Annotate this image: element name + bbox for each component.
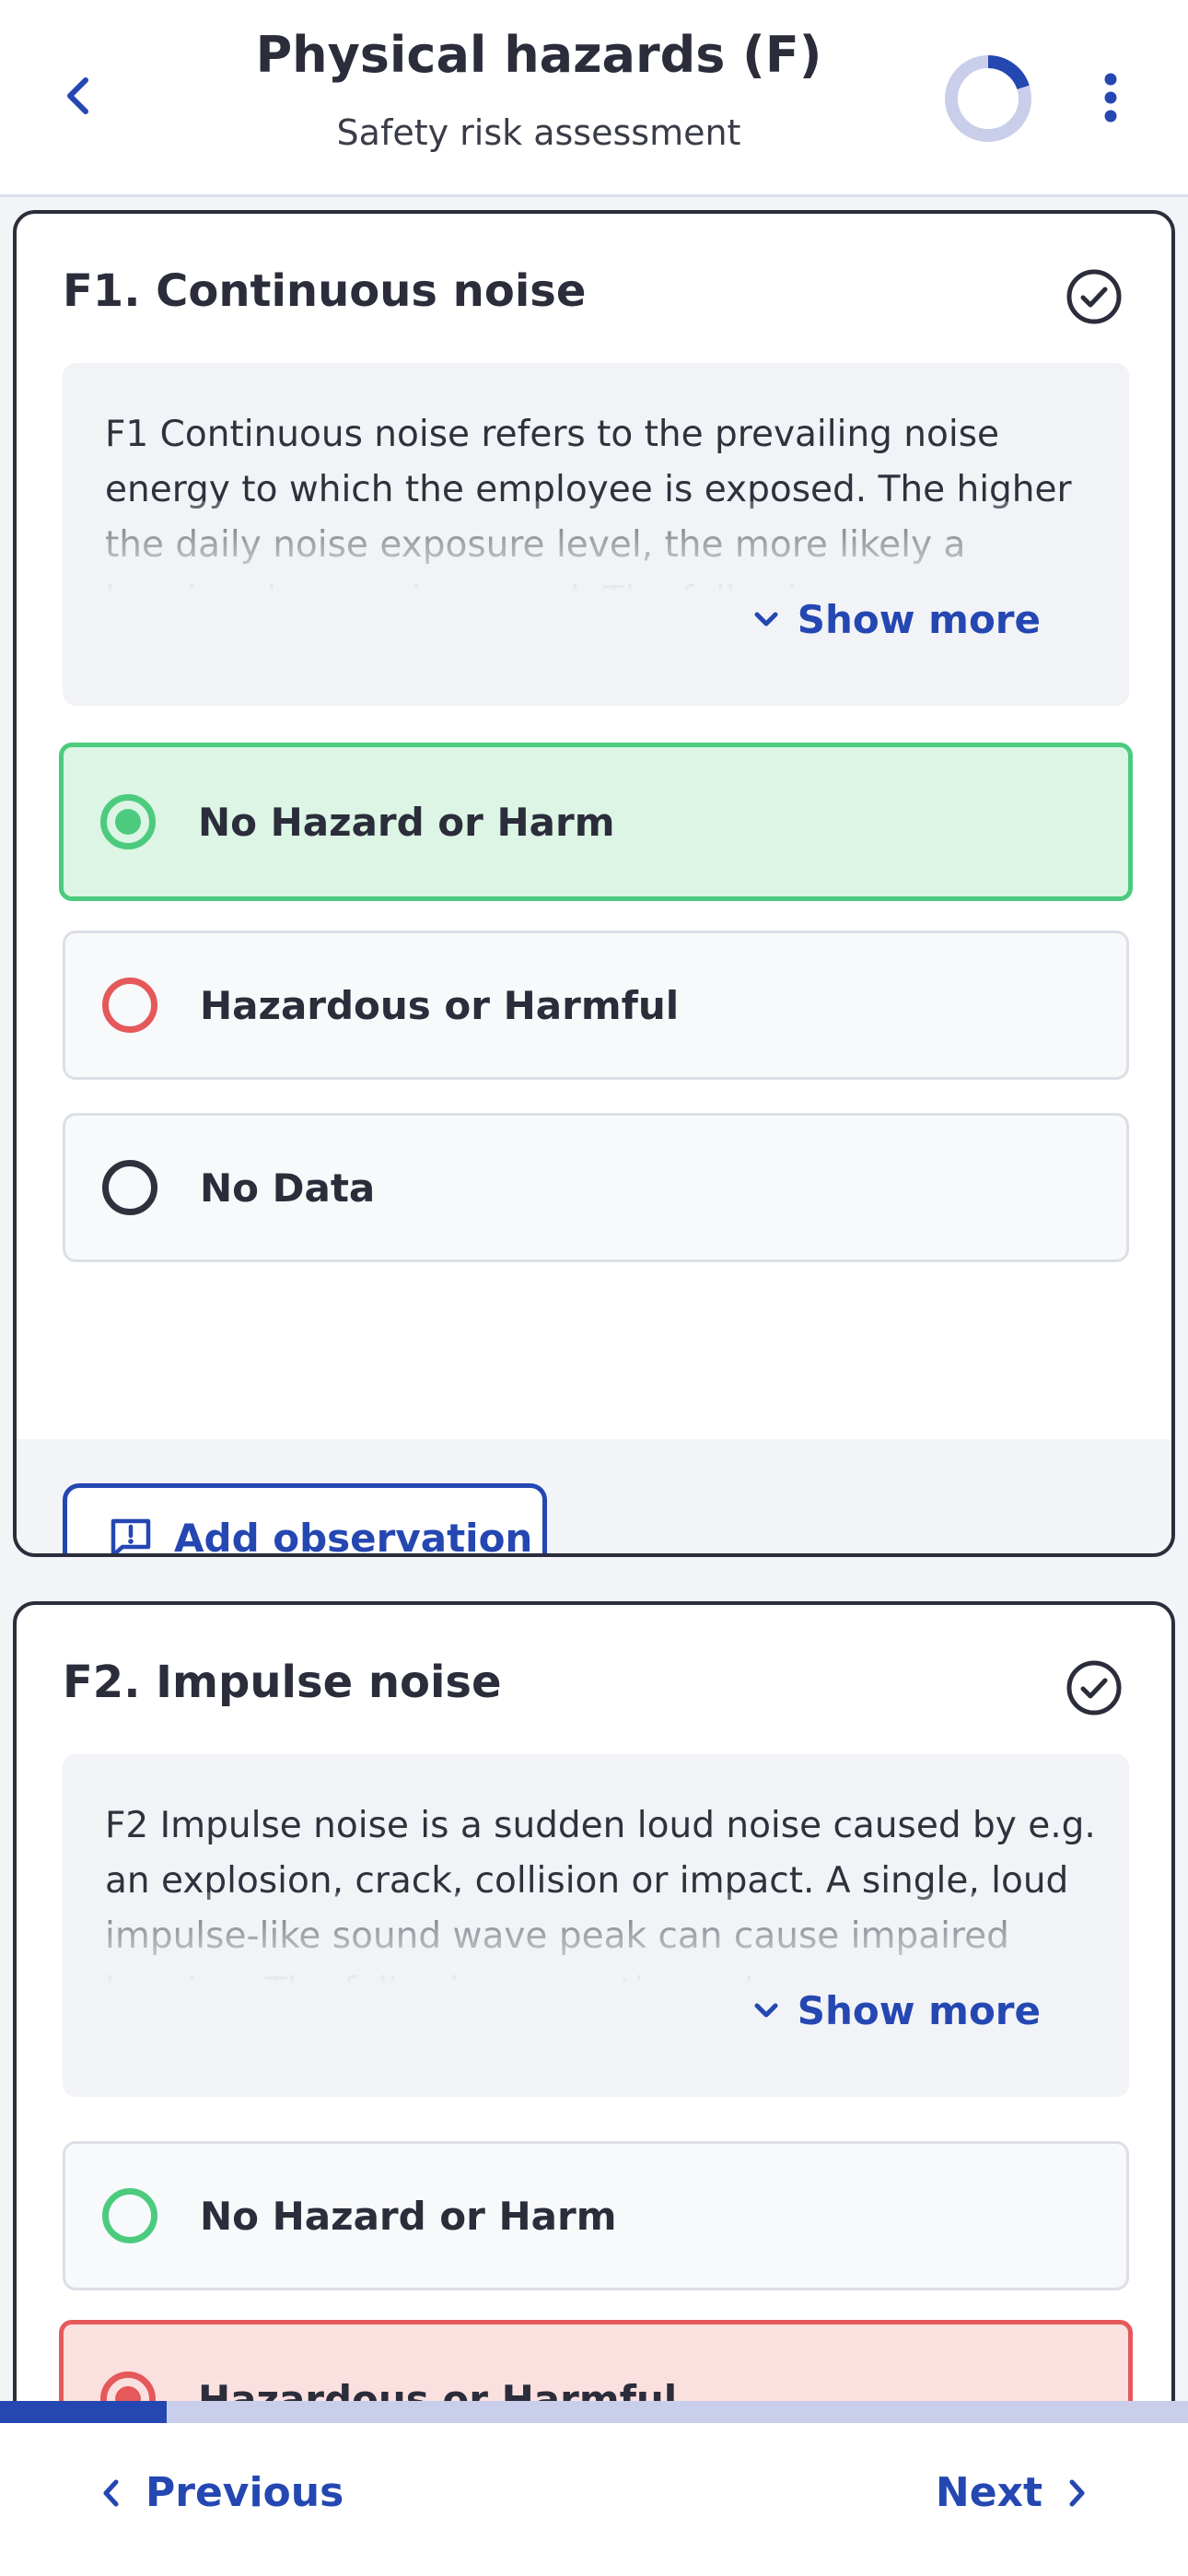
show-more-label: Show more — [797, 597, 1041, 642]
chevron-left-icon — [67, 77, 88, 114]
progress-fill — [0, 2401, 167, 2423]
option-label: No Hazard or Harm — [200, 2193, 617, 2239]
radio-unselected[interactable] — [102, 1160, 157, 1215]
option-label: No Hazard or Harm — [198, 799, 615, 845]
more-vertical-icon — [1104, 73, 1117, 123]
show-more-button[interactable]: Show more — [753, 597, 1041, 642]
option-label: Hazardous or Harmful — [200, 982, 680, 1028]
next-button[interactable]: Next — [936, 2469, 1087, 2516]
observation-section: Add observation — [17, 1439, 1171, 1557]
progress-ring — [945, 55, 1031, 142]
add-observation-button[interactable]: Add observation — [63, 1483, 547, 1557]
option-no-data[interactable]: No Data — [63, 1113, 1129, 1262]
chevron-right-icon — [1069, 2479, 1085, 2506]
add-observation-label: Add observation — [174, 1515, 533, 1557]
app-header: Physical hazards (F) Safety risk assessm… — [0, 0, 1188, 197]
option-label: No Data — [200, 1165, 376, 1211]
check-circle-icon — [1066, 269, 1122, 324]
option-no-hazard[interactable]: No Hazard or Harm — [59, 743, 1133, 901]
chevron-down-icon — [754, 612, 778, 626]
show-more-label: Show more — [797, 1988, 1041, 2033]
page-title: Physical hazards (F) — [255, 26, 822, 84]
question-title: F1. Continuous noise — [63, 265, 587, 317]
question-card: F1. Continuous noise F1 Continuous noise… — [13, 210, 1175, 1557]
radio-unselected[interactable] — [102, 2188, 157, 2243]
question-card: F2. Impulse noise F2 Impulse noise is a … — [13, 1601, 1175, 2523]
radio-unselected[interactable] — [102, 978, 157, 1033]
assessment-progress-bar — [0, 2401, 1188, 2423]
comment-alert-icon — [111, 1518, 151, 1553]
question-description: F1 Continuous noise refers to the prevai… — [63, 363, 1129, 706]
question-title: F2. Impulse noise — [63, 1657, 502, 1708]
show-more-button[interactable]: Show more — [753, 1988, 1041, 2033]
previous-button[interactable]: Previous — [101, 2469, 344, 2516]
option-no-hazard[interactable]: No Hazard or Harm — [63, 2141, 1129, 2290]
bottom-navigation: Previous Next — [0, 2423, 1188, 2576]
radio-selected[interactable] — [100, 794, 156, 849]
check-circle-icon — [1066, 1660, 1122, 1715]
more-options-button[interactable] — [1087, 61, 1135, 135]
option-hazardous[interactable]: Hazardous or Harmful — [63, 931, 1129, 1080]
chevron-left-icon — [103, 2479, 119, 2506]
back-button[interactable] — [53, 72, 101, 120]
previous-label: Previous — [146, 2469, 344, 2516]
question-description: F2 Impulse noise is a sudden loud noise … — [63, 1754, 1129, 2097]
next-label: Next — [935, 2469, 1042, 2516]
page-subtitle: Safety risk assessment — [336, 112, 741, 153]
chevron-down-icon — [754, 2003, 778, 2017]
